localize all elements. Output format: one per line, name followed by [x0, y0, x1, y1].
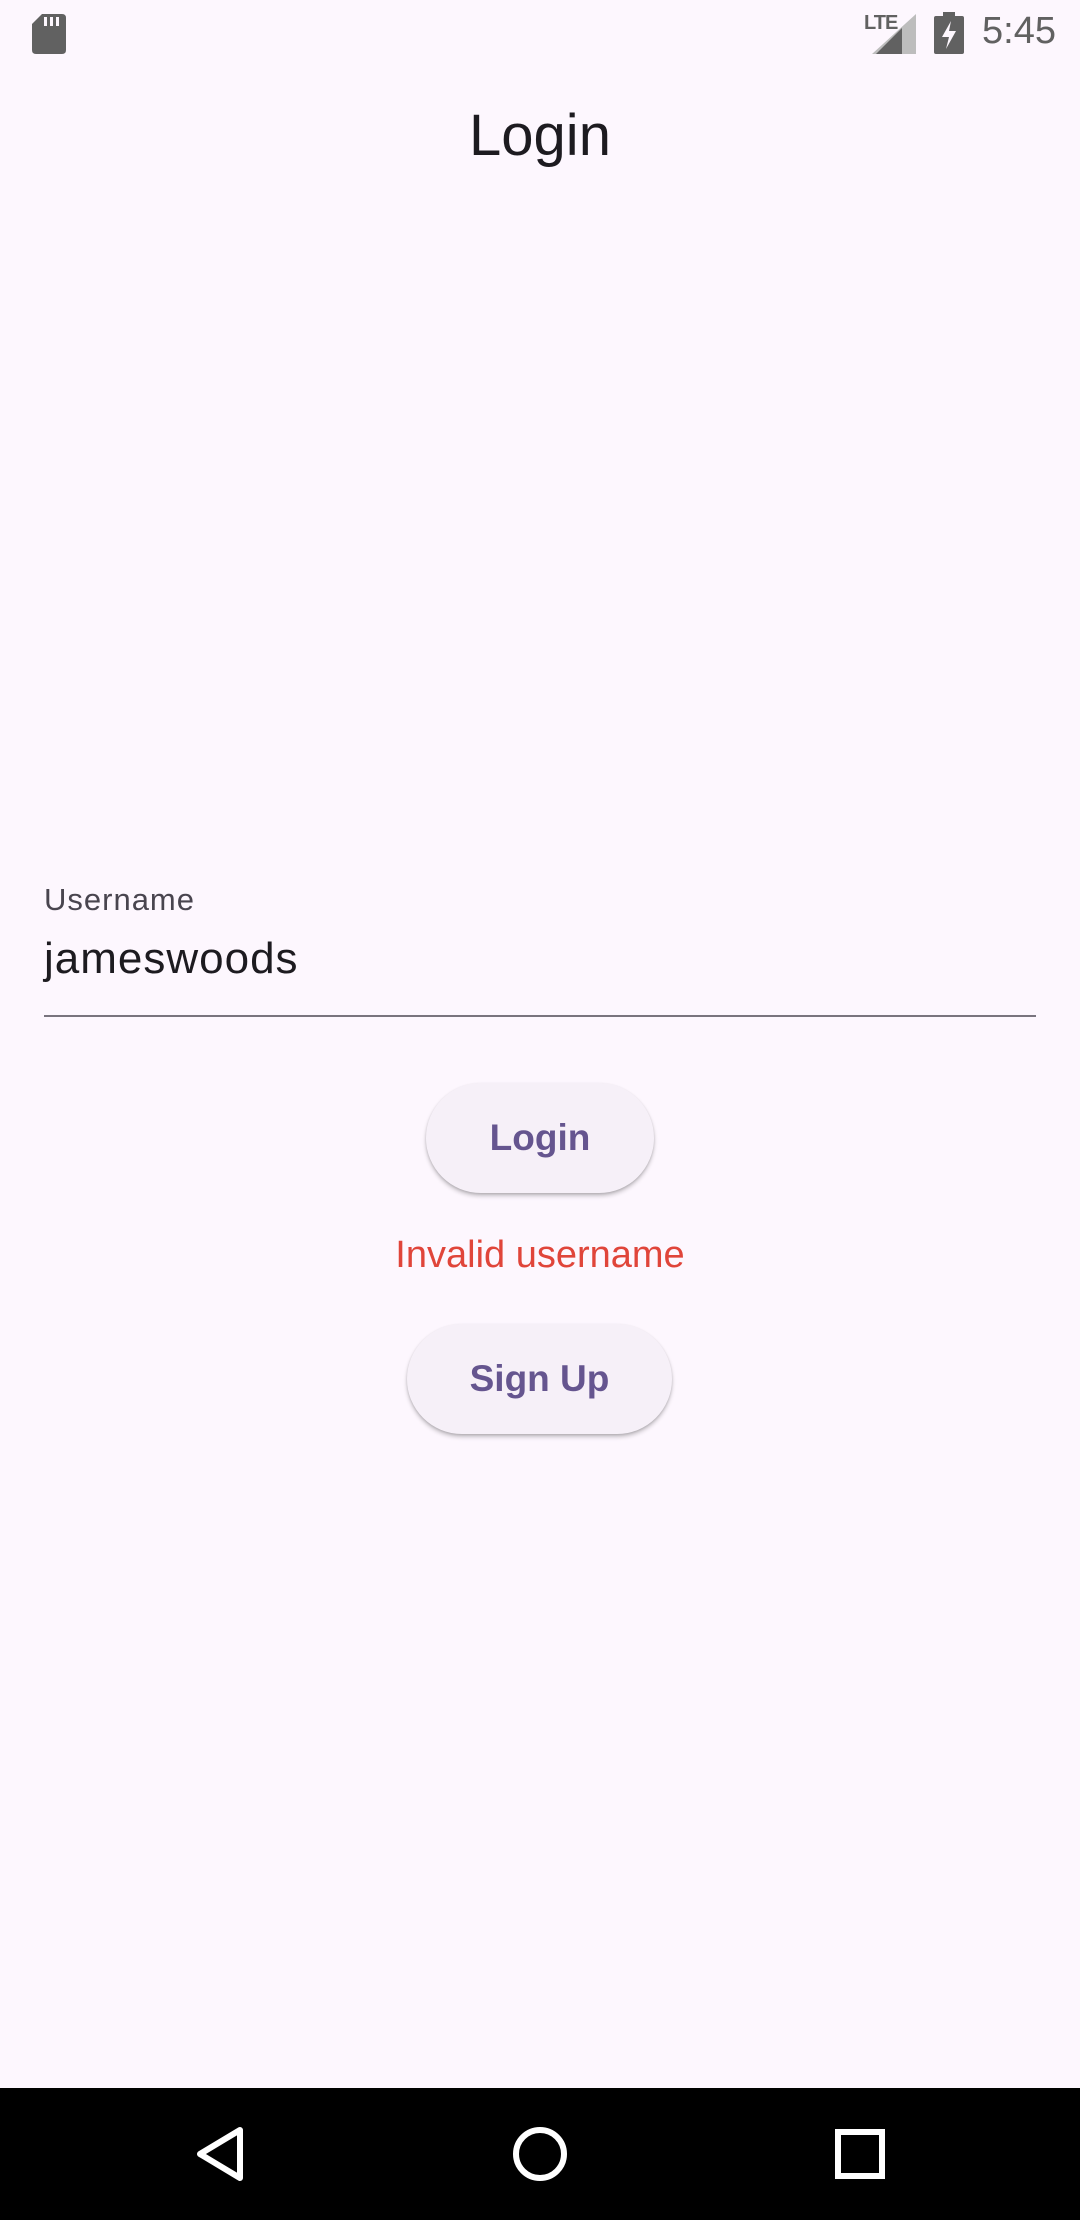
sd-card-icon [32, 14, 66, 54]
username-underline [44, 1015, 1036, 1017]
login-button[interactable]: Login [426, 1083, 654, 1193]
status-bar: LTE 5:45 [0, 0, 1080, 66]
username-input[interactable]: jameswoods [44, 934, 1034, 984]
battery-charging-icon [934, 12, 964, 54]
username-label: Username [44, 882, 195, 917]
signal-icon [872, 14, 916, 54]
back-icon[interactable] [192, 2124, 252, 2184]
navigation-bar [0, 2088, 1080, 2220]
recents-icon[interactable] [830, 2124, 890, 2184]
home-icon[interactable] [510, 2124, 570, 2184]
status-clock: 5:45 [982, 10, 1056, 52]
error-message: Invalid username [395, 1234, 685, 1276]
signup-button[interactable]: Sign Up [407, 1324, 672, 1434]
page-title: Login [469, 103, 611, 168]
